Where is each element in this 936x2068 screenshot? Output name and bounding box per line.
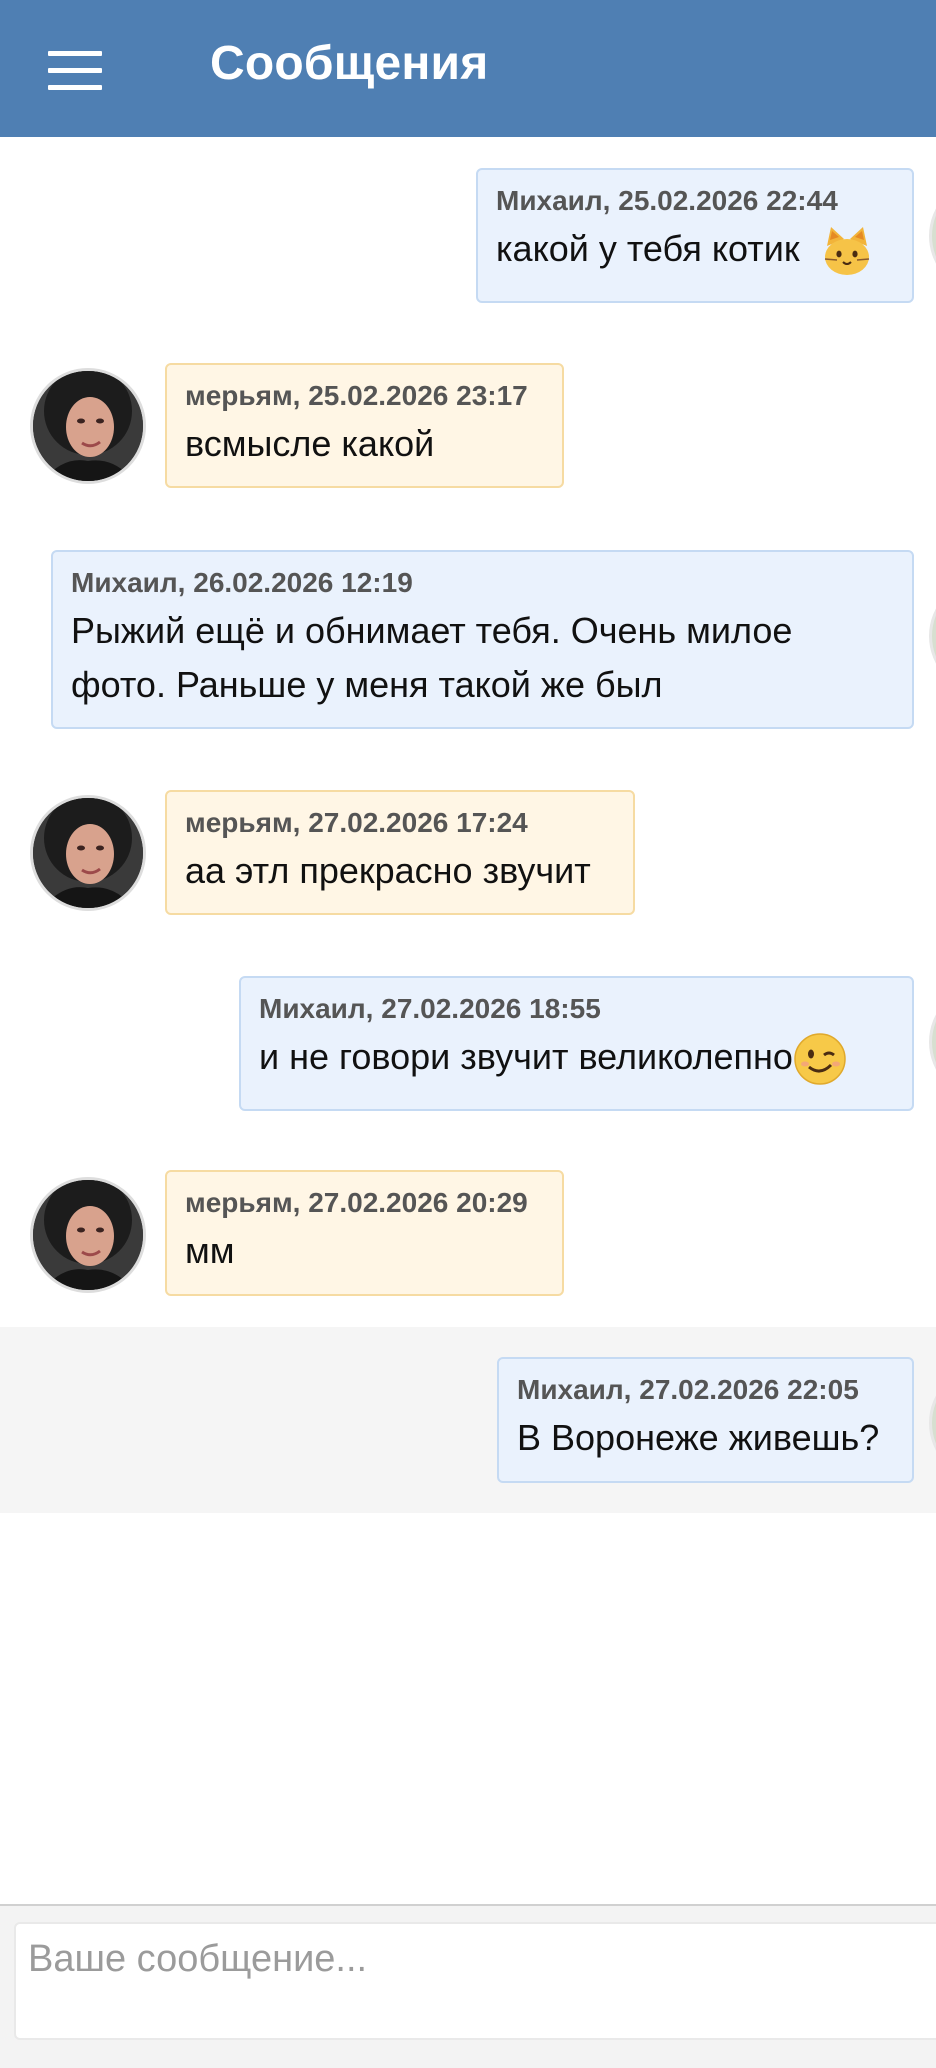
message-bubble-incoming: мерьям, 27.02.2026 20:29 мм <box>165 1170 564 1296</box>
message-bubble-outgoing: Михаил, 25.02.2026 22:44 какой у тебя ко… <box>476 168 914 303</box>
message-text-content: и не говори звучит великолепно <box>259 1036 793 1077</box>
message-text-line: фото. Раньше у меня такой же был <box>71 664 663 705</box>
winking-face-emoji-icon <box>793 1032 847 1086</box>
message-bubble-incoming: мерьям, 25.02.2026 23:17 всмысле какой <box>165 363 564 488</box>
message-text: какой у тебя котик <box>496 222 894 278</box>
message-text: всмысле какой <box>185 423 435 464</box>
contact-avatar[interactable] <box>30 368 146 484</box>
message-composer: Ваше сообщение... <box>0 1904 936 2068</box>
contact-avatar[interactable] <box>30 795 146 911</box>
message-bubble-incoming: мерьям, 27.02.2026 17:24 аа этл прекрасн… <box>165 790 635 915</box>
user-avatar-partial <box>929 984 936 1100</box>
user-avatar-partial <box>929 178 936 294</box>
message-text: Рыжий ещё и обнимает тебя. Очень милое ф… <box>71 604 894 712</box>
contact-avatar[interactable] <box>30 1177 146 1293</box>
message-text: аа этл прекрасно звучит <box>185 850 591 891</box>
message-text: В Воронеже живешь? <box>517 1417 880 1458</box>
message-text-line: Рыжий ещё и обнимает тебя. Очень милое <box>71 610 793 651</box>
user-avatar-partial <box>929 578 936 694</box>
message-text: и не говори звучит великолепно <box>259 1030 894 1086</box>
message-meta: Михаил, 25.02.2026 22:44 <box>496 185 838 216</box>
message-text: мм <box>185 1230 235 1271</box>
message-meta: Михаил, 26.02.2026 12:19 <box>71 567 413 598</box>
message-text-content: какой у тебя котик <box>496 228 800 269</box>
message-meta: Михаил, 27.02.2026 22:05 <box>517 1374 859 1405</box>
message-input[interactable]: Ваше сообщение... <box>14 1922 936 2040</box>
message-meta: Михаил, 27.02.2026 18:55 <box>259 993 601 1024</box>
cat-face-emoji-icon <box>820 224 874 278</box>
user-avatar-partial <box>929 1365 936 1481</box>
message-meta: мерьям, 27.02.2026 20:29 <box>185 1187 528 1218</box>
message-meta: мерьям, 27.02.2026 17:24 <box>185 807 528 838</box>
page-title: Сообщения <box>210 37 489 90</box>
app-header: Сообщения <box>0 0 936 137</box>
message-meta: мерьям, 25.02.2026 23:17 <box>185 380 528 411</box>
message-bubble-outgoing: Михаил, 27.02.2026 22:05 В Воронеже живе… <box>497 1357 914 1483</box>
message-bubble-outgoing: Михаил, 27.02.2026 18:55 и не говори зву… <box>239 976 914 1111</box>
hamburger-menu-icon[interactable] <box>48 51 102 91</box>
message-bubble-outgoing: Михаил, 26.02.2026 12:19 Рыжий ещё и обн… <box>51 550 914 729</box>
